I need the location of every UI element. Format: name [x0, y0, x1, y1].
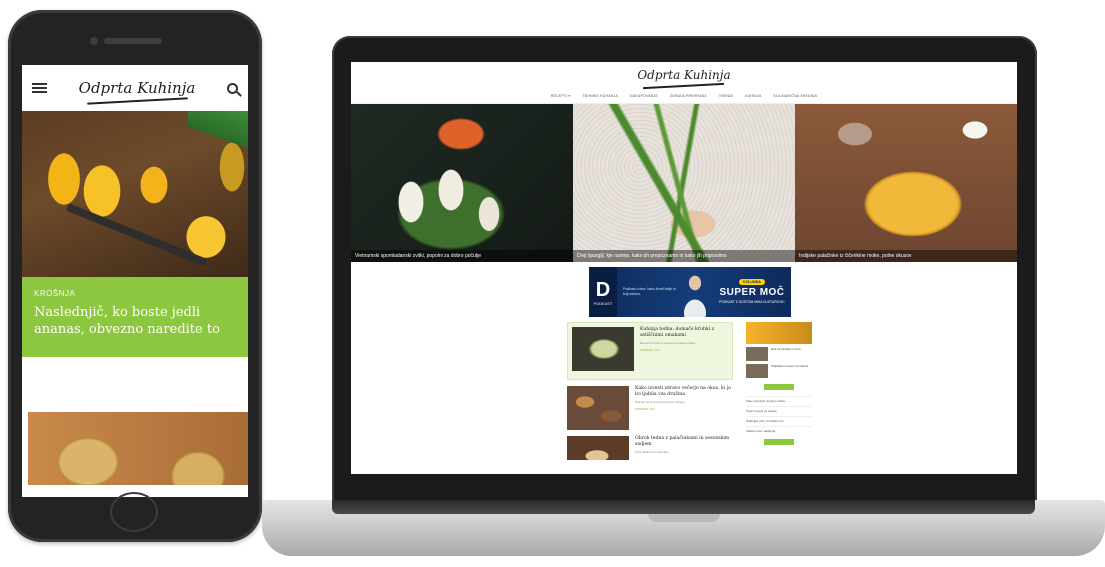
laptop-notch	[648, 514, 720, 522]
ad-small-text: Podkast o tem, kako živeti bolje in bolj…	[623, 287, 676, 296]
menu-icon[interactable]	[32, 83, 47, 93]
laptop-base	[262, 500, 1105, 556]
hero-tile-asparagus[interactable]: Divji šparglji: kje rastejo, kako jih pr…	[573, 104, 795, 262]
home-button[interactable]	[110, 492, 158, 532]
article-title[interactable]: Kako izvesti zdravo večerjo na okus, ki …	[635, 386, 733, 398]
article-excerpt: Nasveti za preprosto pripravo večerje.	[635, 400, 686, 404]
laptop-screen: Odprta Kuhinja RECEPTI ▾ TEHNIKE KUHANJA…	[351, 62, 1017, 474]
search-icon[interactable]	[226, 82, 238, 94]
desktop-header: Odprta Kuhinja	[351, 62, 1017, 88]
article-thumbnail[interactable]	[567, 386, 629, 430]
sidebar-item-title[interactable]: Priljubljeni recepti za vikend	[771, 364, 808, 378]
sidebar-ad[interactable]	[746, 322, 812, 344]
ad-subtitle: PODKAST Z GOSTOM MIHA KUSTUROVIC	[719, 300, 785, 305]
article-thumbnail[interactable]	[567, 436, 629, 460]
sidebar-thumbnail[interactable]	[746, 364, 768, 378]
sidebar-item-title[interactable]: Rok za štruklje in kruh	[771, 347, 801, 361]
hero-caption[interactable]: Vietnamski spomladanski zvitki, popolni …	[351, 250, 573, 262]
mobile-hero-title[interactable]: Naslednjič, ko boste jedli ananas, obvez…	[34, 304, 236, 338]
ad-banner[interactable]: D PODKAST Podkast o tem, kako živeti bolj…	[589, 267, 791, 317]
sidebar-list-item[interactable]: Najboljše juhe za hladne dni	[746, 416, 812, 423]
sidebar-item[interactable]: Priljubljeni recepti za vikend	[746, 364, 812, 378]
article-title[interactable]: Kuhinja tedna: domače kruhki z zeliščnim…	[640, 327, 728, 339]
nav-item-recepti[interactable]: RECEPTI ▾	[551, 94, 571, 98]
mobile-header: Odprta Kuhinja	[22, 65, 248, 111]
ad-badge-text: PODKAST	[593, 301, 613, 306]
sidebar-list-item[interactable]: Sladice brez sladkorja	[746, 426, 812, 433]
ad-logo: D PODKAST	[589, 267, 617, 317]
sidebar-list-item[interactable]: Kako pripraviti popolno solato	[746, 396, 812, 403]
phone-device: Odprta Kuhinja KROŠNJA Naslednjič, ko bo…	[8, 10, 262, 542]
hero-tile-pancakes[interactable]: Indijske palačinke iz čičerikine moke, p…	[795, 104, 1017, 262]
sidebar: Rok za štruklje in kruh Priljubljeni rec…	[746, 322, 812, 451]
phone-screen: Odprta Kuhinja KROŠNJA Naslednjič, ko bo…	[22, 65, 248, 497]
mobile-hero-card[interactable]: KROŠNJA Naslednjič, ko boste jedli anana…	[22, 277, 248, 357]
article-thumbnail[interactable]	[572, 327, 634, 371]
pineapple-leaves-illustration	[188, 111, 248, 151]
article-card[interactable]: Kuhinja tedna: domače kruhki z zeliščnim…	[567, 322, 733, 380]
sidebar-button[interactable]	[764, 384, 794, 390]
mobile-hero-category[interactable]: KROŠNJA	[34, 289, 236, 298]
desktop-nav: RECEPTI ▾ TEHNIKE KUHANJA NAKUPOVANJE ZD…	[351, 88, 1017, 104]
mobile-logo[interactable]: Odprta Kuhinja	[79, 79, 196, 97]
read-more-link[interactable]: PREBERI VEČ	[640, 348, 728, 352]
sidebar-list: Kako pripraviti popolno solato Sveži rec…	[746, 396, 812, 433]
sidebar-button[interactable]	[764, 439, 794, 445]
hero-tile-spring-rolls[interactable]: Vietnamski spomladanski zvitki, popolni …	[351, 104, 573, 262]
camera-icon	[90, 37, 98, 45]
sidebar-list-item[interactable]: Sveži recepti za poletje	[746, 406, 812, 413]
nav-item-nakupovanje[interactable]: NAKUPOVANJE	[630, 94, 658, 98]
nav-item-zdrava[interactable]: ZDRAVA PREHRANA	[670, 94, 707, 98]
desktop-hero: Vietnamski spomladanski zvitki, popolni …	[351, 104, 1017, 262]
article-excerpt: Recept za hitre in okusne domače kruhke.	[640, 341, 697, 345]
sidebar-item[interactable]: Rok za štruklje in kruh	[746, 347, 812, 361]
article-feed: Kuhinja tedna: domače kruhki z zeliščnim…	[567, 322, 733, 466]
nav-item-sredina[interactable]: KULINARIČNA SREDINA	[774, 94, 818, 98]
knife-illustration	[65, 203, 209, 267]
ad-person-image	[677, 267, 713, 317]
ad-title: SUPER MOČ	[719, 287, 785, 299]
article-card[interactable]: Kako izvesti zdravo večerjo na okus, ki …	[567, 386, 733, 430]
speaker-grille	[104, 38, 162, 44]
hero-caption[interactable]: Indijske palačinke iz čičerikine moke, p…	[795, 250, 1017, 262]
ad-pill: KOLUMNA	[739, 279, 765, 286]
sidebar-thumbnail[interactable]	[746, 347, 768, 361]
ad-right: KOLUMNA SUPER MOČ PODKAST Z GOSTOM MIHA …	[713, 279, 791, 305]
mobile-hero-image[interactable]	[22, 111, 248, 277]
article-card[interactable]: Obrok tedna z palačinkami in sezonskim s…	[567, 436, 733, 460]
read-more-link[interactable]: PREBERI VEČ	[635, 407, 733, 411]
hero-caption[interactable]: Divji šparglji: kje rastejo, kako jih pr…	[573, 250, 795, 262]
nav-item-trendi[interactable]: TRENDI	[719, 94, 733, 98]
nav-item-tehnike[interactable]: TEHNIKE KUHANJA	[583, 94, 618, 98]
mobile-article-thumbnail[interactable]	[28, 412, 248, 485]
desktop-logo[interactable]: Odprta Kuhinja	[637, 68, 730, 82]
article-excerpt: Hitra sladica za vsak dan.	[635, 450, 670, 454]
nav-item-kuhinja[interactable]: KUHINJA	[745, 94, 761, 98]
article-title[interactable]: Obrok tedna z palačinkami in sezonskim s…	[635, 436, 733, 448]
